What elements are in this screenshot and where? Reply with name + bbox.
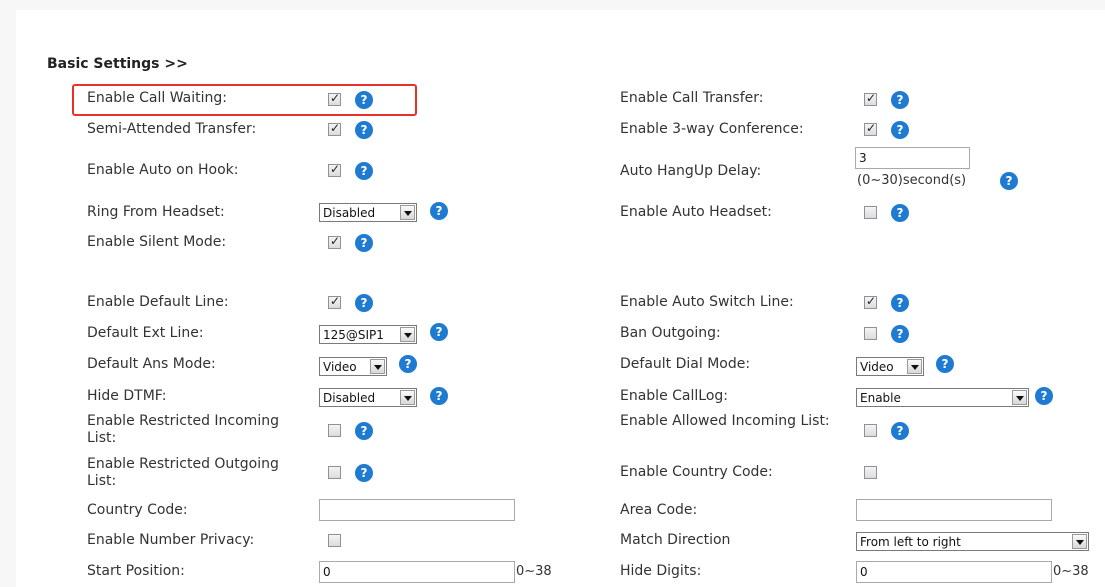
country-code-enable-checkbox[interactable] (864, 466, 877, 479)
restricted-incoming-label: Enable Restricted Incoming List: (87, 413, 279, 446)
chevron-down-icon[interactable] (400, 205, 415, 220)
start-position-range: 0~38 (516, 564, 552, 579)
help-icon[interactable]: ? (399, 355, 417, 373)
three-way-conference-label: Enable 3-way Conference: (620, 121, 804, 137)
silent-mode-label: Enable Silent Mode: (87, 234, 227, 250)
auto-headset-checkbox[interactable] (864, 206, 877, 219)
select-value: Enable (860, 391, 901, 405)
auto-hangup-delay-input[interactable]: 3 (855, 147, 970, 169)
start-position-label: Start Position: (87, 563, 185, 579)
call-transfer-label: Enable Call Transfer: (620, 90, 764, 106)
call-transfer-checkbox[interactable]: ✓ (864, 91, 877, 106)
match-direction-select[interactable]: From left to right (856, 532, 1089, 551)
start-position-input[interactable]: 0 (319, 561, 515, 583)
select-value: From left to right (860, 535, 961, 549)
help-icon[interactable]: ? (1000, 172, 1018, 190)
silent-mode-checkbox[interactable]: ✓ (328, 234, 341, 249)
help-icon[interactable]: ? (355, 464, 373, 482)
help-icon[interactable]: ? (430, 323, 448, 341)
chevron-down-icon[interactable] (1072, 534, 1087, 549)
help-icon[interactable]: ? (1035, 387, 1053, 405)
ban-outgoing-checkbox[interactable] (864, 327, 877, 340)
auto-switch-line-checkbox[interactable]: ✓ (864, 294, 877, 309)
help-icon[interactable]: ? (355, 121, 373, 139)
help-icon[interactable]: ? (355, 294, 373, 312)
chevron-down-icon[interactable] (400, 390, 415, 405)
help-icon[interactable]: ? (891, 121, 909, 139)
chevron-down-icon[interactable] (400, 327, 415, 342)
number-privacy-checkbox[interactable] (328, 534, 341, 547)
country-code-label: Country Code: (87, 502, 188, 518)
ring-from-headset-select[interactable]: Disabled (319, 203, 417, 222)
calllog-select[interactable]: Enable (856, 388, 1029, 407)
checkmark-icon: ✓ (866, 294, 877, 308)
select-value: Video (860, 360, 894, 374)
chevron-down-icon[interactable] (907, 359, 922, 374)
auto-hangup-delay-range: (0~30)second(s) (857, 173, 967, 188)
help-icon[interactable]: ? (891, 294, 909, 312)
country-code-enable-label: Enable Country Code: (620, 464, 773, 480)
chevron-down-icon[interactable] (1012, 390, 1027, 405)
checkmark-icon: ✓ (330, 294, 341, 308)
chevron-down-icon[interactable] (370, 359, 385, 374)
auto-hangup-delay-label: Auto HangUp Delay: (620, 163, 762, 179)
default-dial-mode-select[interactable]: Video (856, 357, 924, 376)
hide-dtmf-select[interactable]: Disabled (319, 388, 417, 407)
help-icon[interactable]: ? (355, 422, 373, 440)
default-line-checkbox[interactable]: ✓ (328, 294, 341, 309)
calllog-label: Enable CallLog: (620, 388, 728, 404)
default-line-label: Enable Default Line: (87, 294, 229, 310)
help-icon[interactable]: ? (355, 162, 373, 180)
checkmark-icon: ✓ (866, 91, 877, 105)
help-icon[interactable]: ? (891, 325, 909, 343)
default-ans-mode-label: Default Ans Mode: (87, 356, 216, 372)
semi-attended-transfer-checkbox[interactable]: ✓ (328, 121, 341, 136)
help-icon[interactable]: ? (891, 91, 909, 109)
hide-dtmf-label: Hide DTMF: (87, 388, 167, 404)
help-icon[interactable]: ? (936, 355, 954, 373)
number-privacy-label: Enable Number Privacy: (87, 532, 255, 548)
auto-switch-line-label: Enable Auto Switch Line: (620, 294, 794, 310)
restricted-outgoing-checkbox[interactable] (328, 466, 341, 479)
default-ans-mode-select[interactable]: Video (319, 357, 387, 376)
checkmark-icon: ✓ (330, 121, 341, 135)
help-icon[interactable]: ? (430, 202, 448, 220)
auto-on-hook-checkbox[interactable]: ✓ (328, 162, 341, 177)
hide-digits-label: Hide Digits: (620, 563, 702, 579)
area-code-label: Area Code: (620, 502, 698, 518)
area-code-input[interactable] (856, 499, 1052, 521)
help-icon[interactable]: ? (355, 234, 373, 252)
hide-digits-range: 0~38 (1053, 564, 1089, 579)
help-icon[interactable]: ? (891, 204, 909, 222)
call-waiting-highlight (72, 84, 417, 116)
default-ext-line-select[interactable]: 125@SIP1 (319, 325, 417, 344)
three-way-conference-checkbox[interactable]: ✓ (864, 121, 877, 136)
allowed-incoming-label: Enable Allowed Incoming List: (620, 413, 830, 429)
restricted-outgoing-label: Enable Restricted Outgoing List: (87, 456, 279, 489)
restricted-incoming-checkbox[interactable] (328, 424, 341, 437)
select-value: Disabled (323, 391, 376, 405)
auto-headset-label: Enable Auto Headset: (620, 204, 772, 220)
checkmark-icon: ✓ (330, 234, 341, 248)
match-direction-label: Match Direction (620, 532, 731, 548)
section-title: Basic Settings >> (47, 56, 188, 72)
select-value: 125@SIP1 (323, 328, 384, 342)
hide-digits-input[interactable]: 0 (856, 561, 1052, 583)
default-dial-mode-label: Default Dial Mode: (620, 356, 751, 372)
select-value: Disabled (323, 206, 376, 220)
select-value: Video (323, 360, 357, 374)
help-icon[interactable]: ? (430, 387, 448, 405)
auto-on-hook-label: Enable Auto on Hook: (87, 162, 239, 178)
ban-outgoing-label: Ban Outgoing: (620, 325, 721, 341)
checkmark-icon: ✓ (330, 162, 341, 176)
allowed-incoming-checkbox[interactable] (864, 424, 877, 437)
help-icon[interactable]: ? (891, 422, 909, 440)
default-ext-line-label: Default Ext Line: (87, 325, 204, 341)
country-code-input[interactable] (319, 499, 515, 521)
semi-attended-transfer-label: Semi-Attended Transfer: (87, 121, 257, 137)
checkmark-icon: ✓ (866, 121, 877, 135)
ring-from-headset-label: Ring From Headset: (87, 204, 225, 220)
